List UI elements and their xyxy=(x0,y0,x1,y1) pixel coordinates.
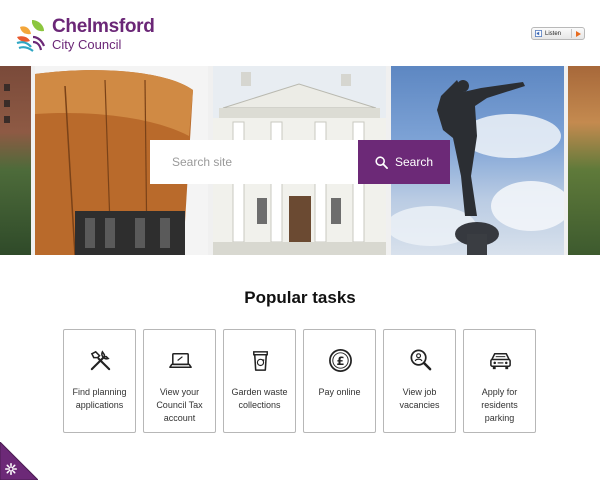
task-label: Pay online xyxy=(318,387,361,397)
logo-text: Chelmsford City Council xyxy=(52,15,155,51)
speaker-icon xyxy=(535,30,542,37)
search-icon xyxy=(375,155,388,169)
site-search: Search xyxy=(150,140,450,184)
listen-button[interactable]: Listen xyxy=(531,27,585,40)
task-find-planning-applications[interactable]: Find planning applications xyxy=(63,329,136,433)
search-button[interactable]: Search xyxy=(358,140,450,184)
tools-icon xyxy=(90,350,111,371)
hero-banner: Search xyxy=(0,66,600,255)
laptop-icon xyxy=(169,353,192,368)
task-label: Garden waste collections xyxy=(231,387,288,410)
task-label: View job vacancies xyxy=(399,387,440,410)
task-label: Apply for residents parking xyxy=(481,387,518,423)
task-garden-waste-collections[interactable]: Garden waste collections xyxy=(223,329,296,433)
gear-icon xyxy=(5,463,17,475)
recycling-bin-icon xyxy=(253,351,268,371)
car-icon xyxy=(490,353,511,370)
listen-divider xyxy=(571,29,572,38)
accessibility-widget-toggle[interactable] xyxy=(0,441,39,480)
task-label: Find planning applications xyxy=(72,387,127,410)
task-apply-residents-parking[interactable]: Apply for residents parking xyxy=(463,329,536,433)
listen-label: Listen xyxy=(545,30,562,37)
logo-mark-icon xyxy=(16,20,46,52)
council-logo[interactable]: Chelmsford City Council xyxy=(14,15,155,55)
task-pay-online[interactable]: £ Pay online xyxy=(303,329,376,433)
task-view-council-tax-account[interactable]: View your Council Tax account xyxy=(143,329,216,433)
logo-subtitle: City Council xyxy=(52,37,122,52)
magnifier-person-icon xyxy=(410,349,432,371)
task-view-job-vacancies[interactable]: View job vacancies xyxy=(383,329,456,433)
popular-tasks-heading: Popular tasks xyxy=(244,288,356,307)
task-label: View your Council Tax account xyxy=(156,387,203,423)
hero-image-autumn-trees xyxy=(568,66,600,255)
popular-tasks-list: Find planning applications View your Cou… xyxy=(63,329,537,433)
site-header: Chelmsford City Council Listen xyxy=(0,0,600,66)
hero-image-brick-building xyxy=(0,66,31,255)
search-input[interactable] xyxy=(150,140,358,184)
logo-name: Chelmsford xyxy=(52,16,155,37)
svg-text:£: £ xyxy=(336,354,344,368)
play-icon xyxy=(576,30,581,37)
search-button-label: Search xyxy=(394,155,434,169)
pound-coin-icon: £ xyxy=(329,349,352,372)
